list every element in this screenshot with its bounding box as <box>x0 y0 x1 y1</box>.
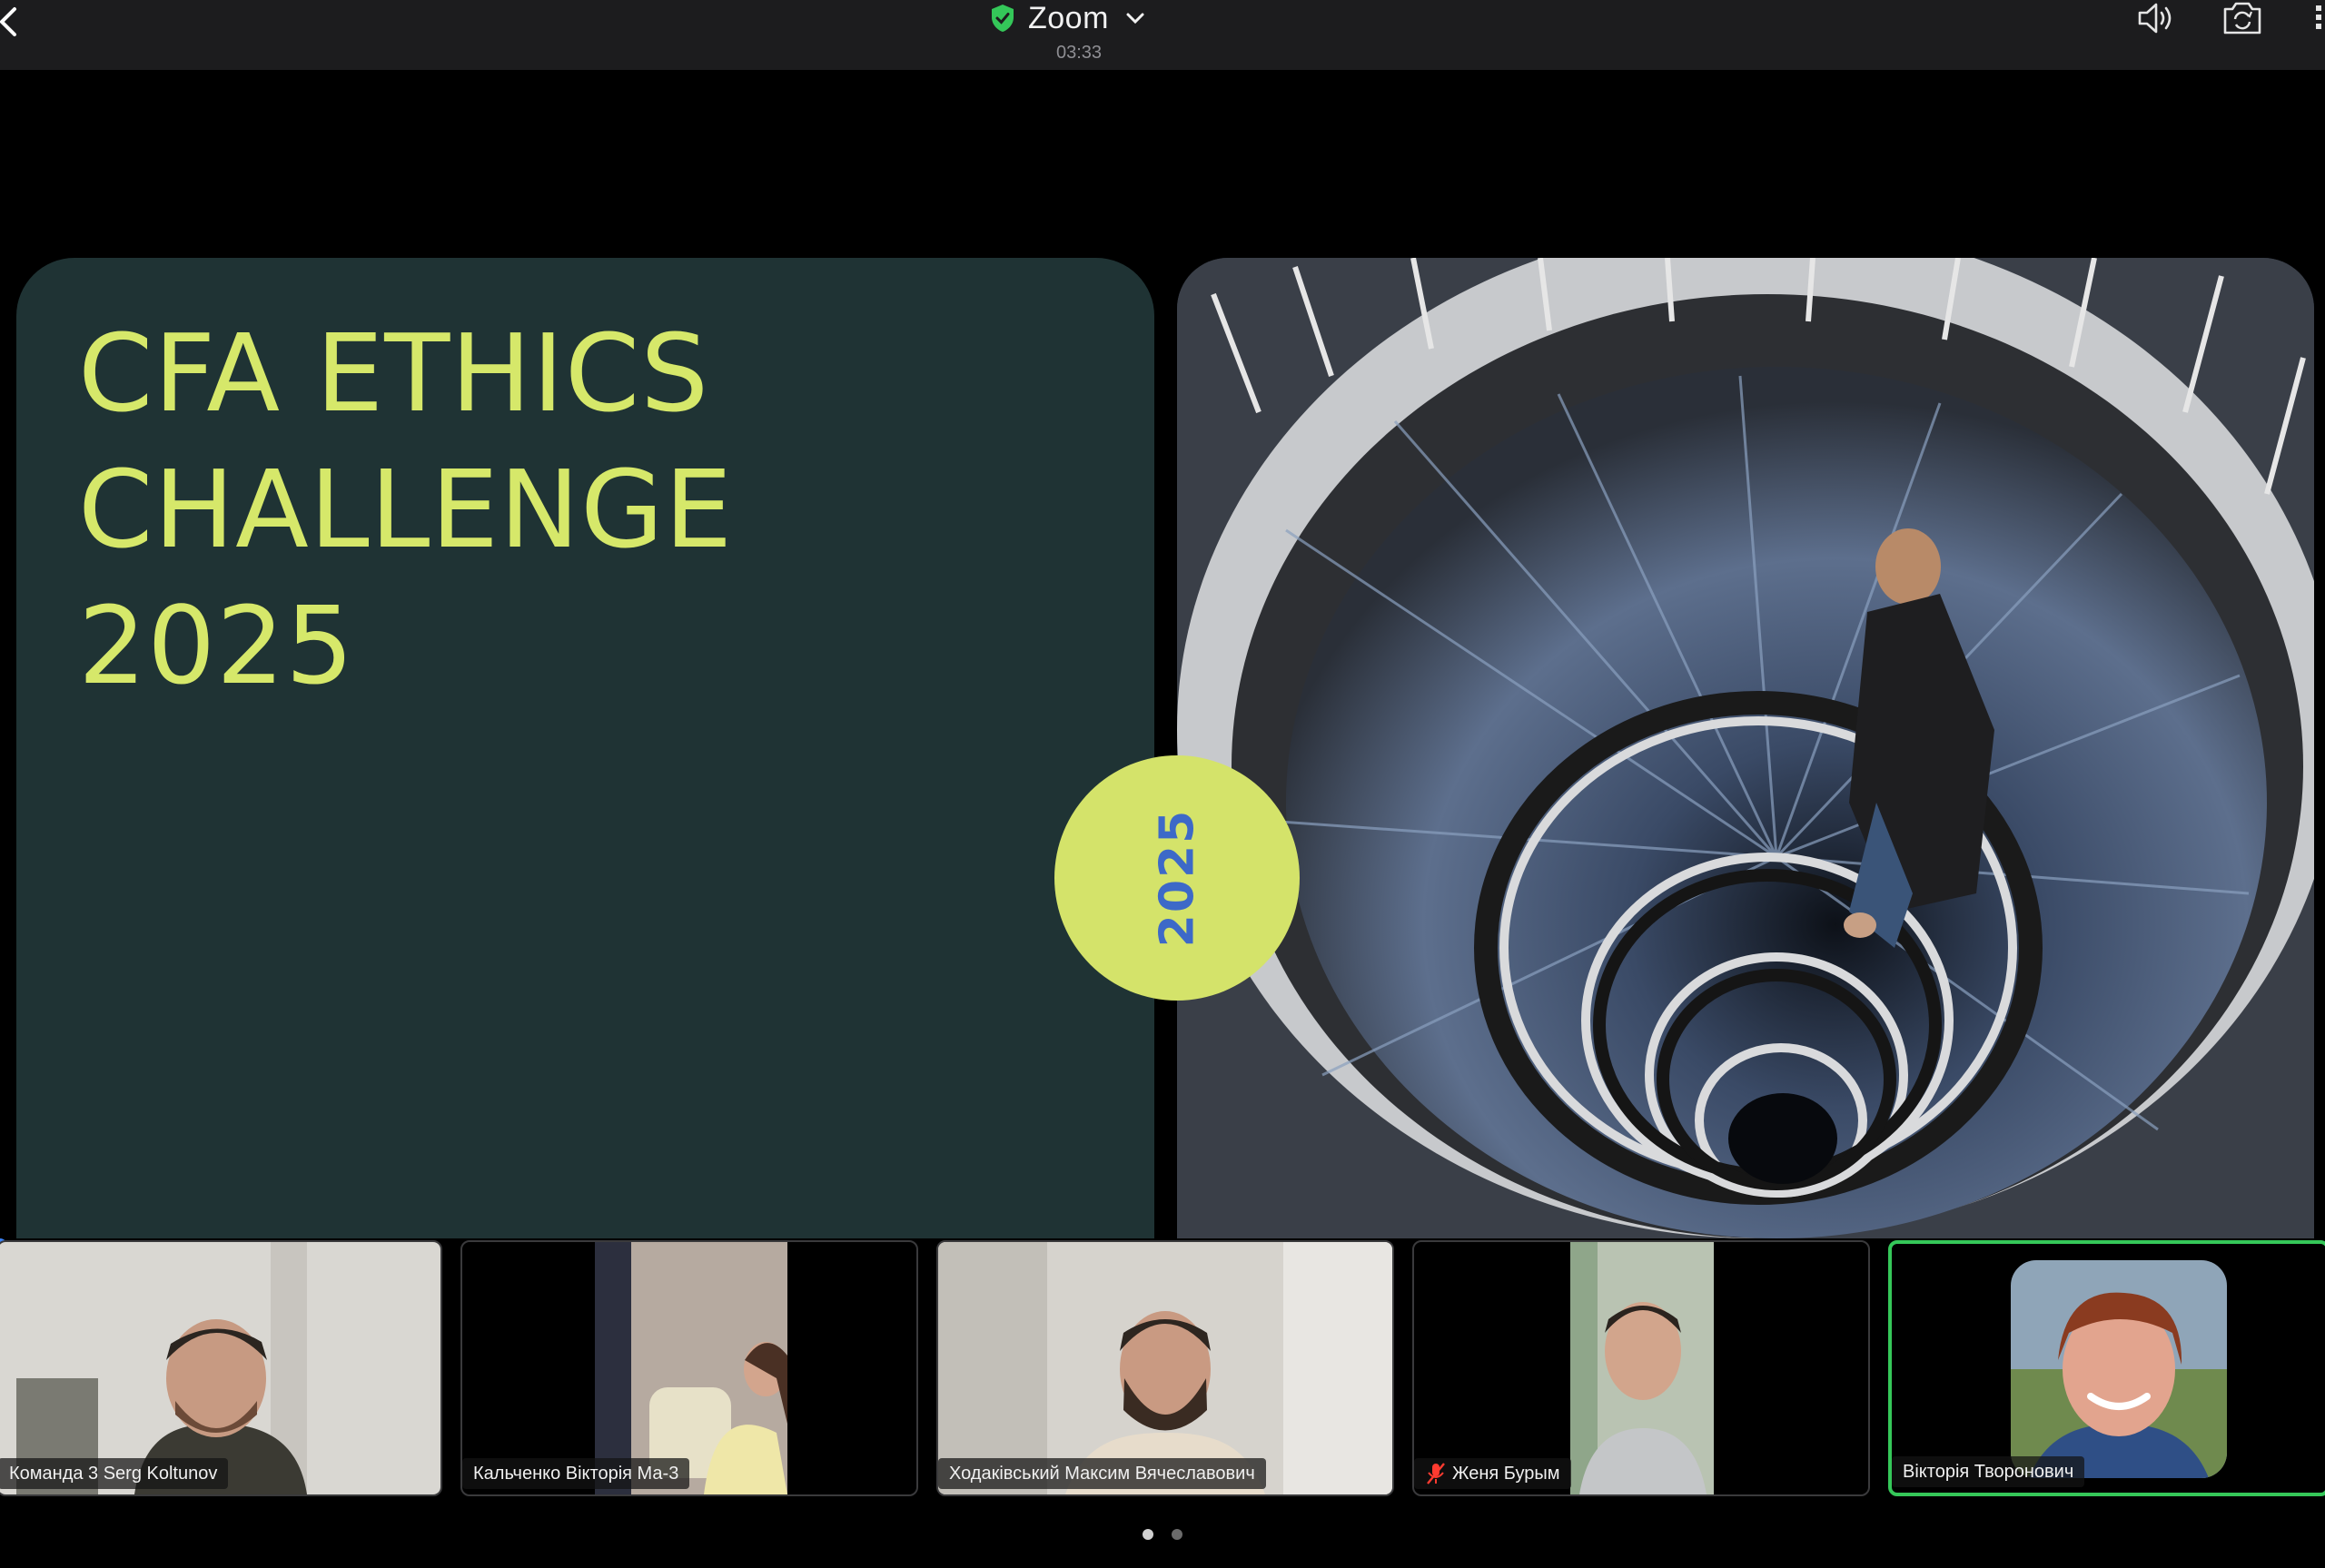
camera-switch-icon[interactable] <box>2220 0 2265 36</box>
slide-title-line: 2025 <box>78 583 355 708</box>
participant-name: Женя Бурым <box>1452 1464 1560 1484</box>
grid-icon[interactable] <box>2310 0 2325 36</box>
page-indicator[interactable] <box>1143 1529 1182 1540</box>
participant-tile-active[interactable]: Вікторія Творонович <box>1888 1240 2325 1496</box>
shield-check-icon <box>992 5 1014 32</box>
participant-video <box>595 1242 787 1494</box>
slide-title: CFA ETHICS CHALLENGE 2025 <box>78 305 733 714</box>
participant-tile[interactable]: Женя Бурым <box>1412 1240 1870 1496</box>
meeting-top-bar: Zoom 03:33 <box>0 0 2325 70</box>
slide-year-badge: 2025 <box>1054 755 1300 1001</box>
participant-name-tag: Вікторія Творонович <box>1892 1456 2085 1487</box>
participant-name: Кальченко Вікторія Ма-3 <box>473 1464 679 1484</box>
participant-video <box>1570 1242 1714 1494</box>
speaker-icon[interactable] <box>2134 0 2180 36</box>
slide-title-panel: CFA ETHICS CHALLENGE 2025 <box>16 258 1154 1311</box>
slide-year-badge-text: 2025 <box>1149 808 1204 948</box>
participant-strip[interactable]: Команда 3 Serg Koltunov Кальченко Віктор… <box>0 1238 2325 1498</box>
participant-video <box>0 1242 440 1494</box>
chevron-down-icon <box>1126 13 1144 25</box>
participant-tile[interactable]: Команда 3 Serg Koltunov <box>0 1240 442 1496</box>
back-icon[interactable] <box>0 4 22 40</box>
participant-name-tag: Команда 3 Serg Koltunov <box>0 1458 229 1489</box>
slide-staircase-photo <box>1177 258 2314 1311</box>
participant-avatar <box>2011 1260 2227 1478</box>
meeting-timer: 03:33 <box>1055 43 1103 63</box>
participant-tile[interactable]: Кальченко Вікторія Ма-3 <box>460 1240 918 1496</box>
participant-video <box>938 1242 1392 1494</box>
mic-muted-icon <box>1427 1463 1445 1484</box>
participant-name-tag: Женя Бурым <box>1414 1458 1571 1489</box>
participant-name: Команда 3 Serg Koltunov <box>9 1464 218 1484</box>
slide-title-line: CFA ETHICS <box>78 311 710 436</box>
participant-name: Вікторія Творонович <box>1903 1462 2074 1482</box>
participant-name-tag: Ходаківський Максим Вячеславович <box>938 1458 1266 1489</box>
meeting-title-button[interactable]: Zoom <box>990 0 1172 36</box>
participant-name-tag: Кальченко Вікторія Ма-3 <box>462 1458 690 1489</box>
page-dot[interactable] <box>1172 1529 1182 1540</box>
meeting-title: Zoom <box>1028 0 1109 35</box>
participant-tile[interactable]: Ходаківський Максим Вячеславович <box>936 1240 1394 1496</box>
participant-name: Ходаківський Максим Вячеславович <box>949 1464 1255 1484</box>
page-dot-current[interactable] <box>1143 1529 1153 1540</box>
staircase-image <box>1177 258 2314 1311</box>
slide-title-line: CHALLENGE <box>78 447 734 572</box>
